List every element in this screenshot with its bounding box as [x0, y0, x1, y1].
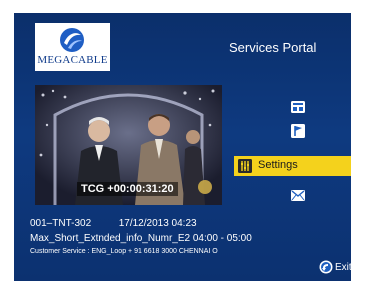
channel-badge-icon: [198, 180, 212, 194]
customer-service-info: Customer Service : ENG_Loop + 91 6618 30…: [30, 248, 218, 255]
exit-button[interactable]: Exit: [335, 262, 351, 273]
video-preview: TCG +00:00:31:20: [35, 85, 222, 205]
settings-label: Settings: [258, 159, 298, 171]
timecode: TCG +00:00:31:20: [77, 182, 178, 196]
channel-info: 001–TNT-302 17/12/2013 04:23: [30, 218, 197, 229]
tv-guide-icon[interactable]: [290, 99, 306, 115]
exit-icon[interactable]: [319, 260, 333, 274]
menu-item-settings[interactable]: Settings: [234, 156, 351, 176]
megacable-swirl-logo-icon: [60, 28, 84, 52]
mail-icon[interactable]: [290, 187, 306, 203]
tv-screen: MEGACABLE Services Portal TCG +00:00:31:…: [14, 13, 351, 281]
program-info: Max_Short_Extnded_info_Numr_E2 04:00 - 0…: [30, 233, 252, 244]
channel-number: 001–TNT-302: [30, 218, 92, 229]
logo-text: MEGACABLE: [37, 54, 108, 66]
date-time: 17/12/2013 04:23: [118, 218, 197, 229]
megacable-logo: MEGACABLE: [35, 23, 110, 71]
settings-icon: [238, 159, 252, 173]
page-title: Services Portal: [229, 40, 317, 55]
flag-icon[interactable]: [290, 123, 306, 139]
